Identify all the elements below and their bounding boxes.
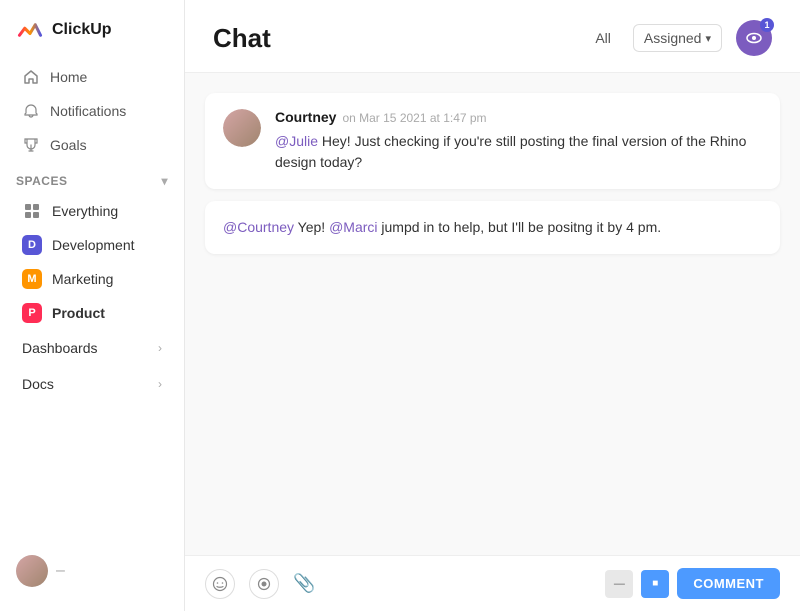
filter-all-button[interactable]: All	[587, 26, 619, 50]
sidebar-item-development[interactable]: D Development	[6, 228, 178, 262]
grid-icon	[22, 201, 42, 221]
message-text: @Julie Hey! Just checking if you're stil…	[275, 131, 762, 173]
record-button[interactable]	[249, 569, 279, 599]
sidebar-item-development-label: Development	[52, 237, 135, 253]
development-badge: D	[22, 235, 42, 255]
marketing-badge: M	[22, 269, 42, 289]
chevron-right-icon: ›	[158, 377, 162, 391]
table-row: @Courtney Yep! @Marci jumpd in to help, …	[205, 201, 780, 254]
sidebar-item-product-label: Product	[52, 305, 105, 321]
trophy-icon	[22, 136, 40, 154]
mention-marci: @Marci	[329, 219, 377, 235]
filter-assigned-button[interactable]: Assigned ▾	[633, 24, 722, 52]
page-title: Chat	[213, 23, 271, 54]
sidebar-item-home[interactable]: Home	[6, 60, 178, 94]
emoji-button[interactable]	[205, 569, 235, 599]
mention-courtney: @Courtney	[223, 219, 294, 235]
record-icon	[257, 577, 271, 591]
sidebar: ClickUp Home Notifications Goals Spaces …	[0, 0, 185, 611]
header-controls: All Assigned ▾ 1	[587, 20, 772, 56]
format-button-2[interactable]: ■	[641, 570, 669, 598]
home-icon	[22, 68, 40, 86]
user-menu-dash: –	[56, 562, 65, 580]
message-input-area: 📎 — ■ COMMENT	[185, 555, 800, 611]
sidebar-item-everything-label: Everything	[52, 203, 118, 219]
sidebar-item-home-label: Home	[50, 69, 87, 85]
eye-icon	[745, 29, 763, 47]
chevron-down-icon: ▾	[705, 32, 711, 45]
attachment-icon[interactable]: 📎	[293, 573, 315, 594]
mention-julie: @Julie	[275, 133, 318, 149]
reply-text: @Courtney Yep! @Marci jumpd in to help, …	[223, 217, 762, 238]
clickup-logo-icon	[16, 16, 44, 44]
avatar	[16, 555, 48, 587]
input-actions: — ■ COMMENT	[605, 568, 780, 599]
sidebar-item-marketing-label: Marketing	[52, 271, 113, 287]
chat-area: Courtney on Mar 15 2021 at 1:47 pm @Juli…	[185, 73, 800, 555]
sidebar-item-goals[interactable]: Goals	[6, 128, 178, 162]
sidebar-item-dashboards[interactable]: Dashboards ›	[6, 330, 178, 366]
sidebar-item-notifications-label: Notifications	[50, 103, 126, 119]
main-content: Chat All Assigned ▾ 1 Cour	[185, 0, 800, 611]
sidebar-item-product[interactable]: P Product	[6, 296, 178, 330]
logo-area: ClickUp	[0, 12, 184, 60]
spaces-section-header: Spaces ▾	[0, 162, 184, 194]
sidebar-item-marketing[interactable]: M Marketing	[6, 262, 178, 296]
table-row: Courtney on Mar 15 2021 at 1:47 pm @Juli…	[205, 93, 780, 189]
sidebar-item-notifications[interactable]: Notifications	[6, 94, 178, 128]
page-header: Chat All Assigned ▾ 1	[185, 0, 800, 73]
chevron-right-icon: ›	[158, 341, 162, 355]
watch-count-badge: 1	[760, 18, 774, 32]
format-button-1[interactable]: —	[605, 570, 633, 598]
message-time: on Mar 15 2021 at 1:47 pm	[342, 111, 486, 125]
watch-button[interactable]: 1	[736, 20, 772, 56]
product-badge: P	[22, 303, 42, 323]
sidebar-item-everything[interactable]: Everything	[6, 194, 178, 228]
avatar	[223, 109, 261, 147]
sidebar-item-docs[interactable]: Docs ›	[6, 366, 178, 402]
bell-icon	[22, 102, 40, 120]
logo-text: ClickUp	[52, 21, 112, 39]
user-avatar-area[interactable]: –	[0, 543, 184, 599]
chevron-down-icon: ▾	[161, 174, 168, 188]
emoji-icon	[212, 576, 228, 592]
sidebar-item-goals-label: Goals	[50, 137, 87, 153]
comment-button[interactable]: COMMENT	[677, 568, 780, 599]
message-author: Courtney	[275, 109, 336, 125]
input-toolbar: 📎	[205, 569, 315, 599]
